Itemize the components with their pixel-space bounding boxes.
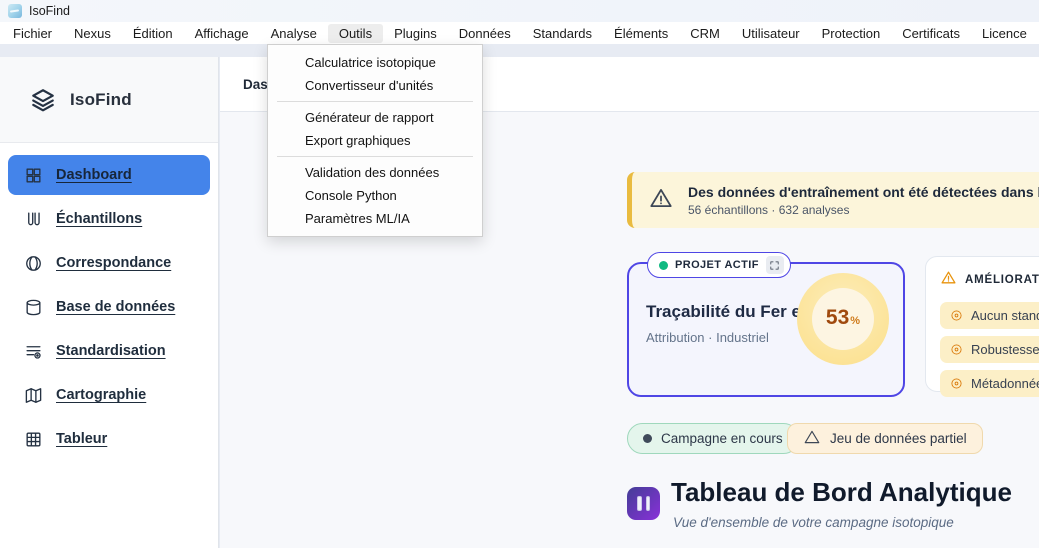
- active-project-card: PROJET ACTIF Traçabilité du Fer en Lorra…: [627, 252, 905, 397]
- dot-icon: [643, 434, 652, 443]
- sidebar-item-dashboard[interactable]: Dashboard: [8, 155, 210, 195]
- page-title: Tableau de Bord Analytique: [671, 477, 1012, 507]
- sidebar-item-label: Base de données: [56, 299, 176, 315]
- expand-button[interactable]: [765, 256, 784, 274]
- menu-separator: [277, 101, 473, 102]
- menu-analyse[interactable]: Analyse: [260, 24, 328, 43]
- app-icon: [8, 4, 22, 18]
- improvements-header: AMÉLIORATIONS: [940, 269, 1039, 291]
- menu-donnees[interactable]: Données: [448, 24, 522, 43]
- campaign-status-pill[interactable]: Campagne en cours: [627, 423, 799, 454]
- brand-name: IsoFind: [70, 89, 132, 109]
- menu-item-validation-donnees[interactable]: Validation des données: [268, 161, 482, 184]
- outils-dropdown-menu: Calculatrice isotopique Convertisseur d'…: [267, 44, 483, 237]
- sidebar-item-correspondance[interactable]: Correspondance: [8, 243, 210, 283]
- page-subtitle: Vue d'ensemble de votre campagne isotopi…: [673, 515, 954, 530]
- project-subtitle: Attribution · Industriel: [646, 330, 769, 345]
- menu-elements[interactable]: Éléments: [603, 24, 679, 43]
- menu-item-console-python[interactable]: Console Python: [268, 184, 482, 207]
- app-window: IsoFind Fichier Nexus Édition Affichage …: [0, 0, 1039, 548]
- warning-triangle-icon: [940, 269, 957, 291]
- menu-utilisateur[interactable]: Utilisateur: [731, 24, 811, 43]
- menu-edition[interactable]: Édition: [122, 24, 184, 43]
- sidebar-item-echantillons[interactable]: Échantillons: [8, 199, 210, 239]
- improvement-item[interactable]: Métadonnées incomplètes: [940, 370, 1039, 397]
- alert-title: Des données d'entraînement ont été détec…: [688, 183, 1039, 200]
- warning-triangle-icon: [803, 428, 821, 449]
- menu-bar: Fichier Nexus Édition Affichage Analyse …: [0, 22, 1039, 44]
- samples-icon: [23, 209, 43, 229]
- pause-icon: [627, 487, 660, 520]
- badge-label: PROJET ACTIF: [675, 259, 759, 271]
- map-icon: [23, 385, 43, 405]
- dataset-status-pill[interactable]: Jeu de données partiel: [787, 423, 983, 454]
- table-icon: [23, 429, 43, 449]
- sidebar-item-label: Tableur: [56, 431, 108, 447]
- menu-plugins[interactable]: Plugins: [383, 24, 448, 43]
- green-dot-icon: [659, 260, 668, 270]
- menu-item-generateur-rapport[interactable]: Générateur de rapport: [268, 106, 482, 129]
- alert-subtitle: 56 échantillons · 632 analyses: [688, 202, 850, 217]
- sliders-icon: [23, 341, 43, 361]
- training-data-alert[interactable]: Des données d'entraînement ont été détec…: [627, 172, 1039, 228]
- sidebar-item-label: Standardisation: [56, 343, 166, 359]
- warning-triangle-icon: [648, 185, 674, 216]
- title-bar: IsoFind: [0, 0, 1039, 22]
- grid-icon: [23, 165, 43, 185]
- campaign-pill-label: Campagne en cours: [661, 431, 783, 446]
- menu-item-parametres-ml-ia[interactable]: Paramètres ML/IA: [268, 207, 482, 230]
- menu-standards[interactable]: Standards: [522, 24, 603, 43]
- sidebar-item-label: Cartographie: [56, 387, 147, 403]
- improvements-title: AMÉLIORATIONS: [965, 274, 1039, 286]
- menu-outils[interactable]: Outils: [327, 23, 384, 43]
- menu-licence[interactable]: Licence: [971, 24, 1038, 43]
- sidebar-item-tableur[interactable]: Tableur: [8, 419, 210, 459]
- sidebar-brand: IsoFind: [0, 57, 218, 143]
- sidebar-nav: Dashboard Échantillons Correspondance Ba…: [0, 143, 218, 459]
- menu-item-convertisseur-unites[interactable]: Convertisseur d'unités: [268, 74, 482, 97]
- menu-item-export-graphiques[interactable]: Export graphiques: [268, 129, 482, 152]
- menu-separator: [277, 156, 473, 157]
- improvements-card: AMÉLIORATIONS Aucun standard certifié Ro…: [925, 256, 1039, 397]
- menu-certificats[interactable]: Certificats: [891, 24, 971, 43]
- layers-icon: [30, 87, 56, 113]
- sidebar-item-standardisation[interactable]: Standardisation: [8, 331, 210, 371]
- progress-value: 53 %: [812, 288, 874, 350]
- menu-protection[interactable]: Protection: [811, 24, 892, 43]
- sidebar-item-base-de-donnees[interactable]: Base de données: [8, 287, 210, 327]
- progress-ring: 53 %: [797, 273, 889, 365]
- menu-item-calculatrice-isotopique[interactable]: Calculatrice isotopique: [268, 51, 482, 74]
- menu-fichier[interactable]: Fichier: [2, 24, 63, 43]
- menu-crm[interactable]: CRM: [679, 24, 731, 43]
- menu-affichage[interactable]: Affichage: [184, 24, 260, 43]
- improvement-item[interactable]: Aucun standard certifié: [940, 302, 1039, 329]
- sphere-icon: [23, 253, 43, 273]
- window-title: IsoFind: [29, 4, 70, 18]
- project-status-badge: PROJET ACTIF: [647, 252, 791, 278]
- sidebar-item-label: Dashboard: [56, 167, 132, 183]
- menu-nexus[interactable]: Nexus: [63, 24, 122, 43]
- sidebar-item-cartographie[interactable]: Cartographie: [8, 375, 210, 415]
- sidebar-item-label: Échantillons: [56, 211, 143, 227]
- sidebar: IsoFind Dashboard Échantillons Correspon…: [0, 57, 219, 548]
- sidebar-item-label: Correspondance: [56, 255, 172, 271]
- database-icon: [23, 297, 43, 317]
- dataset-pill-label: Jeu de données partiel: [830, 431, 967, 446]
- improvement-item[interactable]: Robustesse insuffisante: [940, 336, 1039, 363]
